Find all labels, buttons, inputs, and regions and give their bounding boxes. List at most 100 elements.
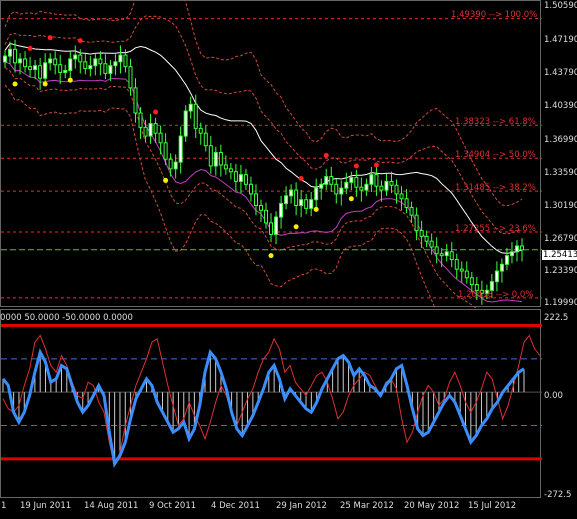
fractal-up-dot (27, 45, 33, 51)
fractal-down-dot (293, 224, 299, 230)
bear-candle (58, 64, 63, 73)
fractal-down-dot (348, 196, 354, 202)
bear-candle (520, 245, 524, 251)
bear-candle (28, 66, 33, 71)
bear-candle (193, 103, 198, 129)
indicator-tick: 0.00 (544, 391, 563, 401)
bull-candle (63, 70, 68, 73)
bear-candle (389, 180, 394, 186)
price-tick: 1.33590 (544, 168, 577, 178)
fractal-up-dot (323, 152, 329, 158)
fractal-up-dot (353, 163, 359, 169)
fractal-up-dot (298, 176, 304, 182)
fractal-up-dot (153, 109, 159, 115)
bear-candle (399, 193, 404, 200)
fractal-up-dot (47, 35, 53, 41)
bull-candle (499, 263, 504, 272)
fractal-up-dot (373, 162, 379, 168)
price-tick: 1.30190 (544, 201, 577, 211)
bear-candle (359, 186, 364, 191)
bull-candle (514, 245, 519, 253)
fib-label-236: 1.27255 --> 23.6% (455, 224, 536, 234)
bear-candle (203, 132, 208, 147)
price-tick: 1.43790 (544, 68, 577, 78)
bear-candle (329, 176, 334, 185)
bear-candle (414, 214, 419, 232)
bear-candle (208, 145, 213, 167)
bull-candle (274, 216, 279, 235)
price-tick: 1.23390 (544, 266, 577, 276)
bull-candle (384, 180, 389, 191)
bear-candle (23, 58, 28, 68)
time-tick: 15 Jul 2012 (468, 501, 517, 511)
price-tick: 1.50590 (544, 1, 577, 11)
bear-candle (294, 189, 299, 206)
fib-label-100: 1.49390 --> 100.0% (451, 10, 538, 20)
fib-label-0: 1.20418 --> 0.0% (458, 290, 534, 300)
bull-candle (68, 58, 73, 72)
bull-candle (173, 161, 178, 170)
fractal-down-dot (67, 77, 73, 83)
price-tick: 1.47190 (544, 35, 577, 45)
bear-candle (454, 258, 459, 270)
bull-candle (48, 58, 53, 64)
price-tick: 1.36990 (544, 135, 577, 145)
bull-candle (178, 135, 183, 163)
bull-candle (504, 255, 509, 265)
bear-candle (168, 158, 173, 170)
bear-candle (98, 58, 103, 65)
bull-candle (344, 181, 349, 189)
bull-candle (284, 195, 289, 205)
current-price-label: 1.25413 (542, 250, 577, 260)
bear-candle (449, 251, 454, 260)
bear-candle (218, 151, 223, 166)
bull-candle (118, 54, 123, 63)
bull-candle (339, 187, 344, 195)
fractal-down-dot (12, 81, 18, 87)
bull-candle (43, 62, 48, 79)
bear-candle (83, 61, 88, 70)
time-tick: 29 Jan 2012 (276, 501, 327, 511)
indicator-label: 0000 50.0000 -50.0000 0.0000 (0, 313, 133, 323)
bear-candle (243, 174, 248, 185)
bull-candle (324, 176, 329, 185)
bear-candle (354, 177, 359, 188)
fractal-down-dot (163, 177, 169, 183)
time-tick: 20 May 2012 (404, 501, 460, 511)
fractal-down-dot (42, 81, 48, 87)
bollinger-outer-upper (4, 1, 523, 207)
time-axis: 1 19 Jun 2011 14 Aug 2011 9 Oct 2011 4 D… (0, 498, 577, 519)
bull-candle (188, 103, 193, 112)
bull-candle (88, 65, 93, 70)
bear-candle (198, 127, 203, 134)
bear-candle (334, 183, 339, 195)
bear-candle (128, 66, 133, 89)
fib-label-618: 1.38323 --> 61.8% (455, 117, 536, 127)
bear-candle (253, 193, 258, 206)
time-tick: 19 Jun 2011 (20, 501, 72, 511)
bear-candle (13, 48, 18, 64)
bull-candle (18, 58, 23, 64)
fractal-up-dot (77, 38, 83, 44)
bear-candle (163, 142, 168, 160)
bear-candle (138, 112, 143, 128)
bull-candle (369, 174, 374, 185)
time-tick: 14 Aug 2011 (84, 501, 139, 511)
indicator-tick: 222.5 (544, 313, 569, 323)
indicator-panel[interactable] (0, 309, 542, 498)
bear-candle (459, 268, 464, 272)
fib-label-382: 1.31485 --> 38.2% (455, 183, 536, 193)
bull-candle (3, 55, 7, 63)
bull-candle (289, 189, 294, 197)
price-axis: 1.50590 1.47190 1.43790 1.40390 1.36990 … (541, 0, 577, 308)
bull-candle (349, 177, 354, 183)
bear-candle (269, 222, 274, 235)
bear-candle (429, 240, 434, 248)
bear-candle (123, 54, 128, 68)
bear-candle (374, 174, 379, 187)
indicator-chart (1, 324, 542, 468)
time-tick: 25 Mar 2012 (340, 501, 394, 511)
fib-label-500: 1.34904 --> 50.0% (455, 150, 536, 160)
bull-candle (238, 174, 243, 182)
time-tick: 4 Dec 2011 (211, 501, 260, 511)
